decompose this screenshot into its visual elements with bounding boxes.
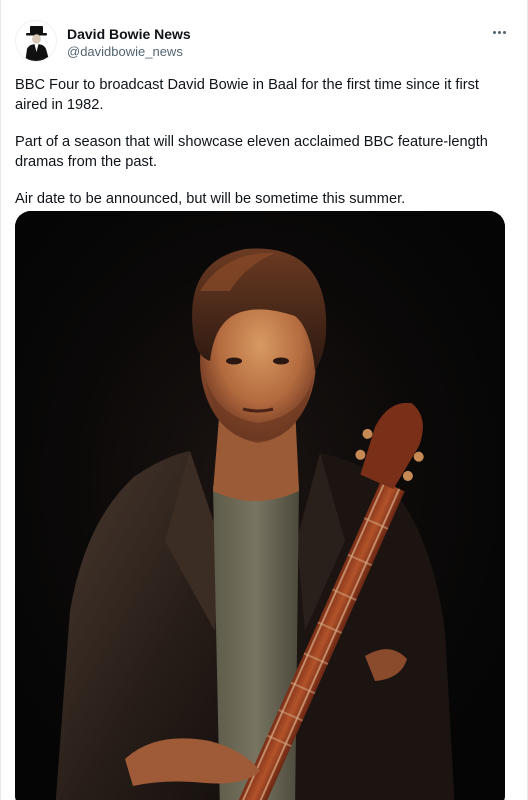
author-identity[interactable]: David Bowie News @davidbowie_news [67, 25, 191, 61]
tweet-card[interactable]: David Bowie News @davidbowie_news BBC Fo… [0, 0, 528, 800]
man-in-hat-avatar-icon [16, 21, 56, 61]
tweet-paragraph: Part of a season that will showcase elev… [15, 134, 488, 170]
tweet-paragraph: BBC Four to broadcast David Bowie in Baa… [15, 77, 479, 113]
author-handle[interactable]: @davidbowie_news [67, 43, 191, 61]
tweet-photo[interactable] [15, 211, 505, 800]
tweet-text: BBC Four to broadcast David Bowie in Baa… [15, 76, 511, 228]
author-display-name[interactable]: David Bowie News [67, 25, 191, 43]
tweet-paragraph: Air date to be announced, but will be so… [15, 191, 406, 207]
more-options-icon[interactable] [487, 23, 511, 41]
tweet-header: David Bowie News @davidbowie_news [15, 20, 513, 68]
photo-man-with-guitar [15, 211, 505, 800]
author-avatar[interactable] [15, 20, 57, 62]
